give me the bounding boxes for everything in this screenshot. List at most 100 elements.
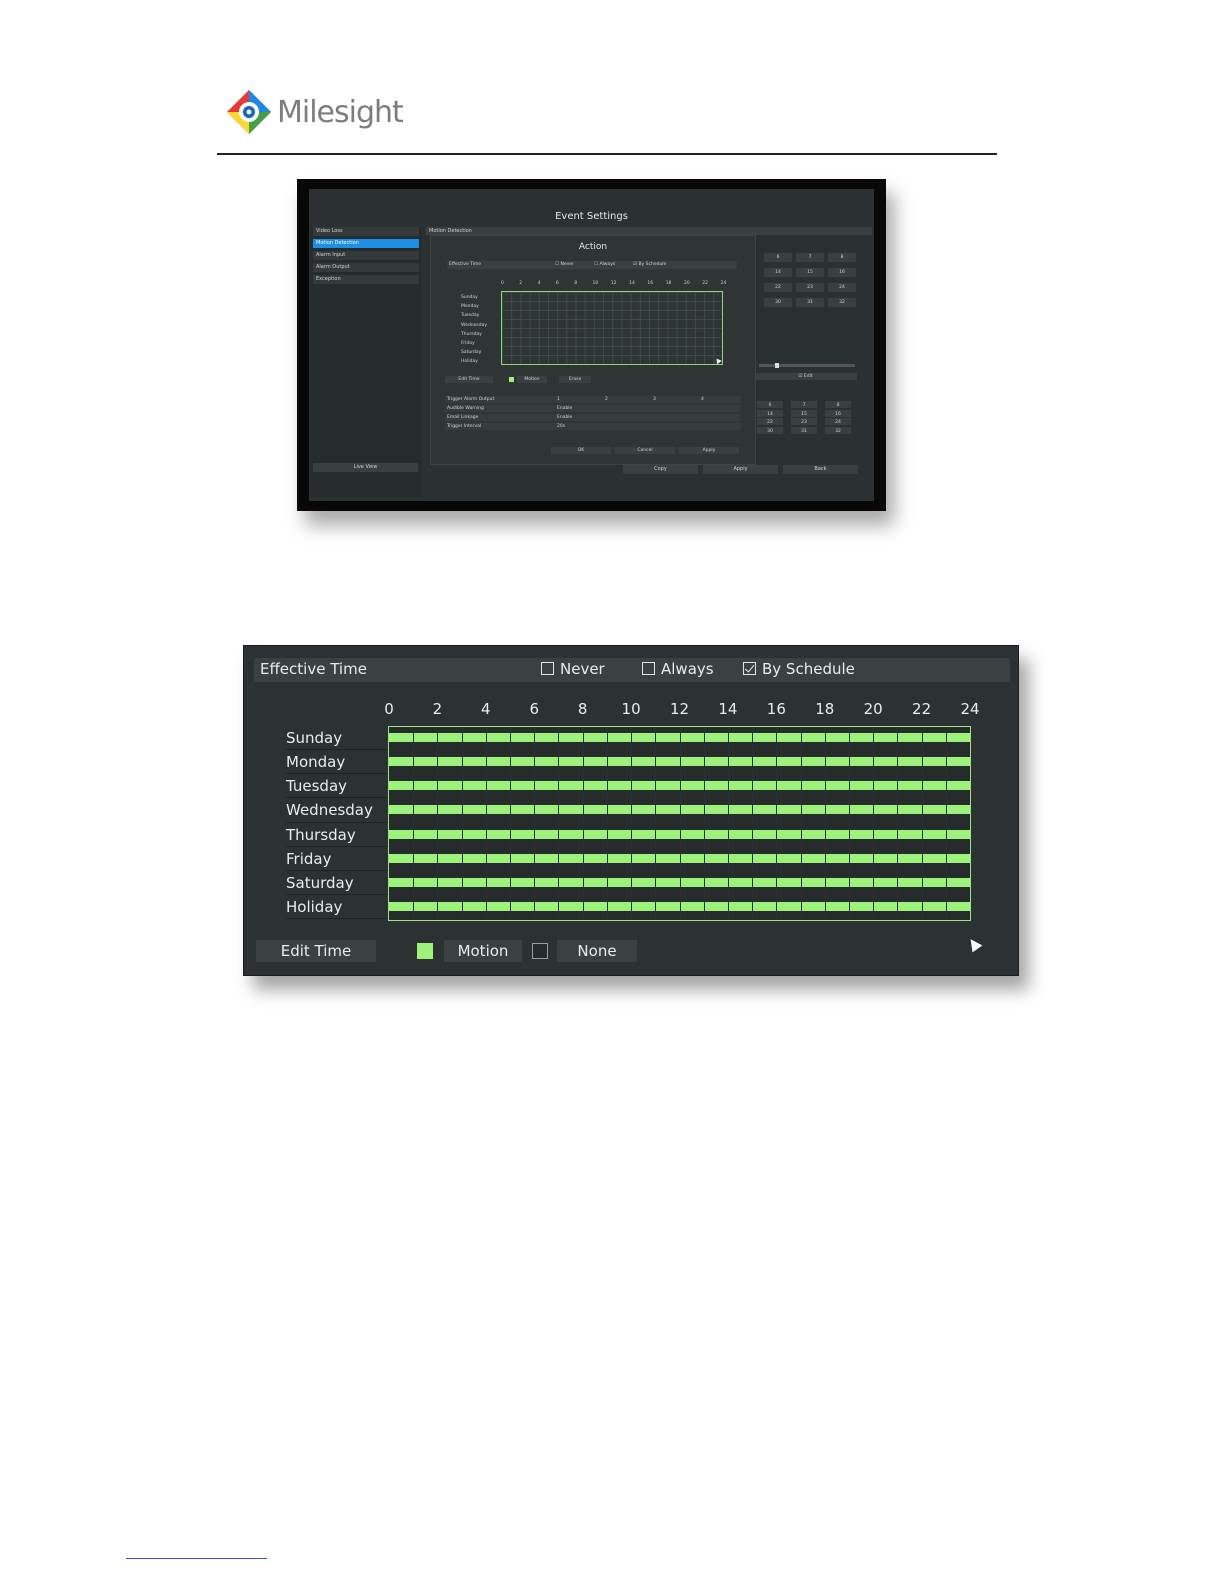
hour-label: 6: [529, 700, 540, 718]
motion-swatch: [509, 377, 514, 382]
channel-cell[interactable]: 6: [757, 401, 783, 408]
apply-button[interactable]: Apply: [679, 447, 739, 454]
channel-cell[interactable]: 30: [764, 298, 792, 307]
motion-button[interactable]: Motion: [444, 940, 522, 962]
channel-cell[interactable]: 8: [828, 253, 856, 262]
motion-swatch[interactable]: [417, 943, 433, 959]
day-label: Thursday: [286, 823, 388, 847]
setting-row-label: Audible Warning: [447, 406, 484, 411]
by-schedule-checkbox[interactable]: [743, 662, 756, 675]
channel-cell[interactable]: 32: [825, 426, 851, 434]
hour-labels: 0 2 4 6 8 10 12 14 16 18 20 22 24: [244, 700, 1020, 720]
copy-button[interactable]: Copy: [623, 465, 698, 474]
setting-row-value: 4: [701, 397, 704, 402]
hour-label: 10: [592, 281, 599, 286]
sidebar-item[interactable]: Alarm Output: [313, 263, 419, 272]
option-by-schedule-label: By Schedule: [762, 660, 855, 678]
channel-cell[interactable]: 22: [764, 283, 792, 292]
channel-cell[interactable]: 22: [757, 418, 783, 425]
option-always[interactable]: ☐ Always: [594, 261, 615, 269]
edit-label: Edit: [803, 374, 813, 379]
edit-time-button[interactable]: Edit Time: [256, 940, 376, 962]
channel-cell[interactable]: 23: [791, 418, 817, 425]
day-label: Tuesday: [461, 313, 480, 319]
setting-row[interactable]: Trigger Alarm Output 1 2 3 4: [445, 396, 741, 403]
channel-cell[interactable]: 30: [757, 426, 783, 434]
schedule-grid[interactable]: [388, 726, 971, 921]
effective-time-schedule-panel: Effective Time Never Always By Schedule …: [243, 645, 1019, 976]
schedule-grid[interactable]: [501, 291, 723, 365]
hour-label: 12: [669, 700, 690, 718]
hour-label: 2: [432, 700, 443, 718]
setting-row-value: 1: [557, 397, 560, 402]
edit-button[interactable]: ☑ Edit: [754, 373, 857, 380]
effective-time-label: Effective Time: [260, 660, 367, 678]
never-checkbox[interactable]: [541, 662, 554, 675]
grid-divider: [752, 727, 754, 920]
channel-cell[interactable]: 16: [828, 268, 856, 277]
legend: Edit Time Motion None: [244, 940, 1020, 964]
setting-row-label: Email Linkage: [447, 415, 479, 420]
sidebar-item[interactable]: Exception: [313, 275, 419, 284]
grid-divider: [461, 727, 463, 920]
erase-button[interactable]: Erase: [559, 376, 591, 383]
option-by-schedule[interactable]: ☑ By Schedule: [633, 261, 666, 269]
none-swatch[interactable]: [532, 943, 548, 959]
hour-label: 24: [960, 700, 980, 718]
channel-cell[interactable]: 8: [825, 401, 851, 408]
channel-cell[interactable]: 15: [791, 409, 817, 417]
channel-cell[interactable]: 6: [764, 253, 792, 262]
option-by-schedule[interactable]: By Schedule: [743, 660, 855, 678]
ok-button[interactable]: OK: [551, 447, 611, 454]
apply-bottom-button[interactable]: Apply: [703, 465, 778, 474]
none-button[interactable]: None: [557, 940, 637, 962]
channel-cell[interactable]: 15: [796, 268, 824, 277]
hour-label: 4: [481, 700, 491, 718]
setting-row[interactable]: Audible Warning Enable: [445, 405, 741, 412]
back-button[interactable]: Back: [783, 465, 858, 474]
channel-cell[interactable]: 31: [791, 426, 817, 434]
hour-label: 10: [621, 700, 641, 718]
footer-link-underline[interactable]: [126, 1558, 267, 1559]
channel-cell[interactable]: 24: [825, 418, 851, 425]
always-checkbox[interactable]: [642, 662, 655, 675]
hour-label: 2: [519, 281, 523, 286]
day-label: Holiday: [286, 895, 388, 919]
hour-label: 8: [577, 700, 588, 718]
channel-cell[interactable]: 31: [796, 298, 824, 307]
channel-cell[interactable]: 16: [825, 409, 851, 417]
channel-cell[interactable]: 32: [828, 298, 856, 307]
option-never-label: Never: [560, 262, 574, 267]
sidebar-item[interactable]: Video Loss: [313, 227, 419, 236]
motion-button[interactable]: Motion: [517, 376, 547, 383]
option-never[interactable]: ☐ Never: [555, 261, 574, 269]
slider[interactable]: [759, 363, 855, 368]
edit-time-button[interactable]: Edit Time: [445, 376, 493, 383]
channel-cell[interactable]: 7: [796, 253, 824, 262]
channel-cell[interactable]: 23: [796, 283, 824, 292]
channel-cell[interactable]: 14: [757, 409, 783, 417]
channel-cell[interactable]: 7: [791, 401, 817, 408]
grid-divider: [413, 727, 415, 920]
sidebar-item[interactable]: Alarm Input: [313, 251, 419, 260]
channel-cell[interactable]: 14: [764, 268, 792, 277]
option-always[interactable]: Always: [642, 660, 714, 678]
grid-divider: [655, 727, 657, 920]
setting-row-value: Enable: [557, 415, 573, 420]
hour-label: 0: [384, 700, 394, 718]
hour-labels: 0 2 4 6 8 10 12 14 16 18 20 22 24: [501, 281, 726, 287]
cancel-button[interactable]: Cancel: [615, 447, 675, 454]
setting-row[interactable]: Trigger Interval 20s: [445, 423, 741, 430]
option-never[interactable]: Never: [541, 660, 605, 678]
channel-cell[interactable]: 24: [828, 283, 856, 292]
option-always-label: Always: [661, 660, 714, 678]
slider-handle[interactable]: [775, 363, 779, 368]
event-settings-window: Event Settings Video Loss Motion Detectio…: [309, 189, 874, 501]
day-label: Saturday: [286, 871, 388, 895]
day-label: Sunday: [286, 726, 388, 751]
sidebar-item[interactable]: Motion Detection: [313, 239, 419, 248]
hour-label: 14: [629, 281, 635, 286]
main-header: Motion Detection: [426, 227, 872, 235]
live-view-button[interactable]: Live View: [313, 463, 418, 472]
setting-row[interactable]: Email Linkage Enable: [445, 414, 741, 421]
